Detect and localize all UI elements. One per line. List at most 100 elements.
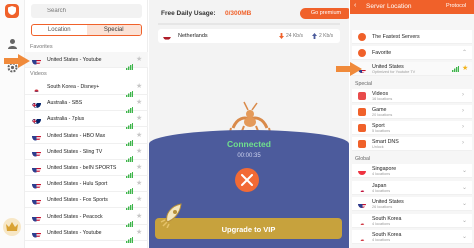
chevron-right-icon: › <box>462 124 464 130</box>
server-row[interactable]: United States - Youtube ★ <box>25 225 148 243</box>
usage-progress-bar <box>158 23 340 25</box>
global-row[interactable]: Singapore 4 locations ⌄ <box>352 164 472 178</box>
download-arrow-icon <box>279 33 284 39</box>
star-filled-icon[interactable]: ★ <box>462 65 468 73</box>
star-icon[interactable]: ★ <box>136 180 142 188</box>
server-row[interactable]: United States - HBO Max ★ <box>25 128 148 146</box>
current-location-card[interactable]: Netherlands 24 Kb/s 2 Kb/s <box>158 29 340 43</box>
server-location-title: Server Location <box>366 3 412 10</box>
upload-arrow-icon <box>312 33 317 39</box>
special-row[interactable]: Game 20 locations › <box>352 105 472 119</box>
global-sub: 26 locations <box>372 205 393 209</box>
server-name: United States - HBO Max <box>47 132 106 139</box>
star-icon[interactable]: ★ <box>136 83 142 91</box>
crown-icon[interactable] <box>3 218 21 236</box>
user-icon[interactable] <box>7 38 18 49</box>
favorite-row[interactable]: Favorite ⌃ <box>352 46 472 60</box>
back-button[interactable]: ‹ <box>354 2 356 9</box>
tab-location[interactable]: Location <box>32 25 87 35</box>
global-row[interactable]: United States 26 locations ⌄ <box>352 197 472 211</box>
global-sub: 4 locations <box>372 172 391 176</box>
server-name: United States - Sling TV <box>47 148 103 155</box>
server-row[interactable]: South Korea - Disney+ ★ <box>25 79 148 97</box>
global-row[interactable]: Japan 4 locations ⌄ <box>352 180 472 195</box>
server-row[interactable]: United States - Sling TV ★ <box>25 144 148 162</box>
location-name: Netherlands <box>178 33 208 39</box>
server-name: United States - Hulu Sport <box>47 181 108 188</box>
fastest-servers-row[interactable]: The Fastest Servers <box>352 30 472 44</box>
server-row[interactable]: United States - Youtube ★ <box>25 52 148 70</box>
star-icon[interactable]: ★ <box>136 132 142 140</box>
chevron-up-icon: ⌃ <box>462 50 468 56</box>
special-category-icon <box>358 140 366 148</box>
connection-timer: 00:00:35 <box>237 153 261 159</box>
special-sub: 16 locations <box>372 97 393 101</box>
star-icon[interactable]: ★ <box>136 229 142 237</box>
search-input[interactable] <box>31 4 142 18</box>
kr-flag-icon <box>358 217 366 225</box>
logo-shield-icon <box>5 4 19 18</box>
server-name: United States - beIN SPORTS <box>47 165 117 171</box>
special-section-label: Special <box>355 81 373 87</box>
server-row[interactable]: United States - Fox Sports ★ <box>25 192 148 211</box>
server-name: United States - Peacock <box>47 213 103 220</box>
global-row[interactable]: South Korea 4 locations ⌄ <box>352 213 472 228</box>
favorites-section-label: Favorites <box>30 44 53 50</box>
left-rail <box>0 0 25 248</box>
usage-card: Free Daily Usage: 0/300MB Go premium <box>158 8 349 22</box>
server-name: United States - Youtube <box>47 229 102 236</box>
star-icon[interactable]: ★ <box>136 164 142 172</box>
global-section-label: Global <box>355 156 370 162</box>
server-location-panel: ‹ Server Location Protocol The Fastest S… <box>336 0 474 248</box>
star-icon[interactable]: ★ <box>136 196 142 204</box>
fastest-servers-label: The Fastest Servers <box>372 34 420 40</box>
chevron-right-icon: › <box>462 92 464 98</box>
us-flag-icon <box>32 196 41 206</box>
protocol-button[interactable]: Protocol <box>446 3 466 9</box>
special-sub: 20 locations <box>372 113 393 117</box>
special-row[interactable]: Sport 5 locations › <box>352 121 472 135</box>
connection-status: Connected <box>227 139 271 149</box>
star-icon[interactable]: ★ <box>136 56 142 64</box>
global-sub: 4 locations <box>372 221 391 226</box>
server-row[interactable]: United States - beIN SPORTS ★ <box>25 160 148 178</box>
kr-flag-icon <box>358 233 366 241</box>
favorite-server-sub: Optimized for Youtube TV <box>372 70 416 74</box>
server-name: United States - Youtube <box>47 57 102 63</box>
star-icon[interactable]: ★ <box>136 115 142 123</box>
disconnect-button[interactable] <box>235 168 259 192</box>
server-row[interactable]: Australia - 7plus ★ <box>25 111 148 130</box>
chevron-right-icon: › <box>462 108 464 114</box>
server-row[interactable]: Australia - SBS ★ <box>25 95 148 114</box>
us-flag-icon <box>32 164 41 173</box>
usage-label: Free Daily Usage: <box>161 10 216 17</box>
special-row[interactable]: Smart DNS Unlock › <box>352 137 472 151</box>
favorite-server-row[interactable]: United States Optimized for Youtube TV ★ <box>352 62 472 76</box>
highlight-arrow-icon-right <box>336 62 362 76</box>
tab-special[interactable]: Special <box>86 25 141 35</box>
special-sub: 5 locations <box>372 129 391 133</box>
us-flag-icon <box>32 229 41 238</box>
signal-icon <box>452 66 459 72</box>
star-icon[interactable]: ★ <box>136 213 142 221</box>
special-sub: Unlock <box>372 145 384 149</box>
upload-speed: 2 Kb/s <box>319 33 334 39</box>
server-location-header: ‹ Server Location Protocol <box>350 0 474 14</box>
global-row[interactable]: South Korea 4 locations ⌄ <box>352 230 472 244</box>
server-row[interactable]: United States - Peacock ★ <box>25 209 148 227</box>
star-icon[interactable]: ★ <box>136 99 142 107</box>
special-category-icon <box>358 124 366 132</box>
favorite-label: Favorite <box>372 50 392 56</box>
jp-flag-icon <box>358 184 366 192</box>
usage-value: 0/300MB <box>225 10 252 17</box>
videos-section-label: Videos <box>30 71 47 77</box>
lightning-icon <box>358 33 366 41</box>
star-icon[interactable]: ★ <box>136 148 142 156</box>
special-row[interactable]: Videos 16 locations › <box>352 89 472 103</box>
go-premium-button[interactable]: Go premium <box>300 8 349 19</box>
us-flag-icon <box>32 56 41 65</box>
us-flag-icon <box>358 200 366 208</box>
us-flag-icon <box>32 148 41 157</box>
server-row[interactable]: United States - Hulu Sport ★ <box>25 176 148 195</box>
chevron-down-icon: ⌄ <box>462 234 468 240</box>
